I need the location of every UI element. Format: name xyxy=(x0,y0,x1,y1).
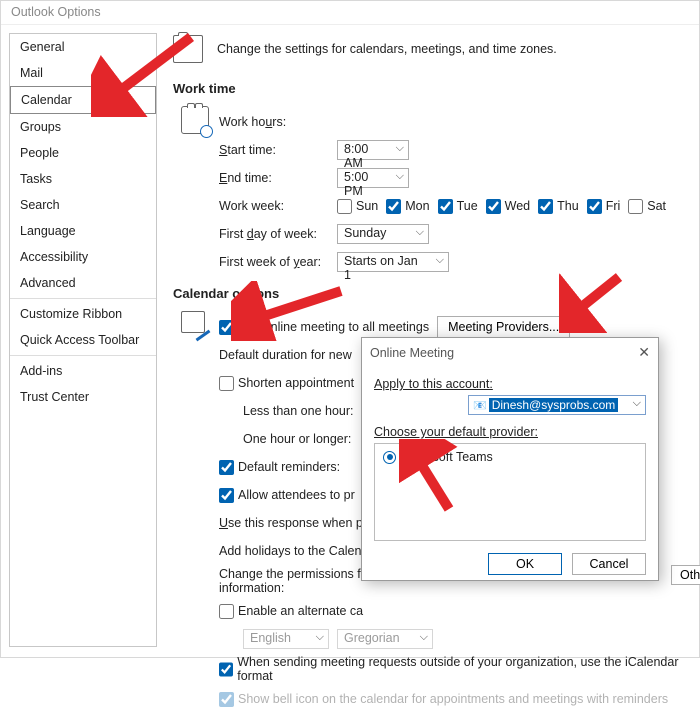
sidebar-item-people[interactable]: People xyxy=(10,140,156,166)
account-select[interactable]: 📧 Dinesh@sysprobs.com xyxy=(468,395,646,415)
firstweek-select[interactable]: Starts on Jan 1 xyxy=(337,252,449,272)
apply-account-label: Apply to this account: xyxy=(374,377,493,391)
dialog-close-icon[interactable]: ✕ xyxy=(638,344,650,361)
account-value: Dinesh@sysprobs.com xyxy=(489,398,619,412)
sidebar-item-language[interactable]: Language xyxy=(10,218,156,244)
sidebar-item-tasks[interactable]: Tasks xyxy=(10,166,156,192)
sidebar-item-accessibility[interactable]: Accessibility xyxy=(10,244,156,270)
section-worktime: Work time xyxy=(173,81,693,96)
firstweek-label: First week of year: xyxy=(219,255,329,269)
dialog-ok-button[interactable]: OK xyxy=(488,553,562,575)
end-time-select[interactable]: 5:00 PM xyxy=(337,168,409,188)
sidebar-item-groups[interactable]: Groups xyxy=(10,114,156,140)
sidebar-item-trust-center[interactable]: Trust Center xyxy=(10,384,156,410)
meeting-providers-button[interactable]: Meeting Providers... xyxy=(437,316,570,338)
default-duration-label: Default duration for new xyxy=(219,348,352,362)
allow-attendees-checkbox[interactable]: Allow attendees to pr xyxy=(219,488,355,503)
sidebar-item-quick-access-toolbar[interactable]: Quick Access Toolbar xyxy=(10,327,156,353)
calendar-icon xyxy=(173,35,203,63)
end-time-label: End time: xyxy=(219,171,329,185)
window-title: Outlook Options xyxy=(1,1,699,25)
section-calendar-options: Calendar options xyxy=(173,286,693,301)
bell-icon-checkbox[interactable]: Show bell icon on the calendar for appoi… xyxy=(219,692,668,707)
day-mon[interactable]: Mon xyxy=(386,199,429,214)
sidebar-item-advanced[interactable]: Advanced xyxy=(10,270,156,296)
provider-teams-radio[interactable]: Microsoft Teams xyxy=(383,450,637,464)
workhours-icon xyxy=(181,106,209,134)
alt-caltype-select: Gregorian xyxy=(337,629,433,649)
online-meeting-dialog: Online Meeting ✕ Apply to this account: … xyxy=(361,337,659,581)
workhours-label: Work hours: xyxy=(219,115,286,129)
dialog-cancel-button[interactable]: Cancel xyxy=(572,553,646,575)
workweek-label: Work week: xyxy=(219,199,329,213)
use-response-label: Use this response when pr xyxy=(219,516,367,530)
onehour-label: One hour or longer: xyxy=(243,432,351,446)
lessthan-label: Less than one hour: xyxy=(243,404,354,418)
start-time-select[interactable]: 8:00 AM xyxy=(337,140,409,160)
icalendar-checkbox[interactable]: When sending meeting requests outside of… xyxy=(219,655,693,683)
shorten-checkbox[interactable]: Shorten appointment xyxy=(219,376,354,391)
day-tue[interactable]: Tue xyxy=(438,199,478,214)
change-permissions-label: Change the permissions for information: xyxy=(219,567,372,595)
add-online-meeting-checkbox[interactable]: Add online meeting to all meetings xyxy=(219,320,429,335)
sidebar: General Mail Calendar Groups People Task… xyxy=(9,33,157,647)
alternate-calendar-checkbox[interactable]: Enable an alternate ca xyxy=(219,604,363,619)
add-holidays-label: Add holidays to the Calen xyxy=(219,544,361,558)
sidebar-item-customize-ribbon[interactable]: Customize Ribbon xyxy=(10,301,156,327)
calendar-edit-icon xyxy=(181,311,209,339)
alt-lang-select: English xyxy=(243,629,329,649)
start-time-label: Start time: xyxy=(219,143,329,157)
firstday-select[interactable]: Sunday xyxy=(337,224,429,244)
day-fri[interactable]: Fri xyxy=(587,199,621,214)
sidebar-item-add-ins[interactable]: Add-ins xyxy=(10,358,156,384)
sidebar-item-search[interactable]: Search xyxy=(10,192,156,218)
provider-list: Microsoft Teams xyxy=(374,443,646,541)
intro: Change the settings for calendars, meeti… xyxy=(173,35,693,63)
firstday-label: First day of week: xyxy=(219,227,329,241)
intro-text: Change the settings for calendars, meeti… xyxy=(217,42,557,56)
dialog-title: Online Meeting xyxy=(370,346,454,360)
other-button[interactable]: Oth xyxy=(671,565,700,585)
day-sun[interactable]: Sun xyxy=(337,199,378,214)
default-reminders-checkbox[interactable]: Default reminders: xyxy=(219,460,340,475)
day-thu[interactable]: Thu xyxy=(538,199,579,214)
sidebar-item-mail[interactable]: Mail xyxy=(10,60,156,86)
sidebar-item-calendar[interactable]: Calendar xyxy=(10,86,156,114)
day-sat[interactable]: Sat xyxy=(628,199,666,214)
day-wed[interactable]: Wed xyxy=(486,199,530,214)
sidebar-item-general[interactable]: General xyxy=(10,34,156,60)
choose-provider-label: Choose your default provider: xyxy=(374,425,646,439)
